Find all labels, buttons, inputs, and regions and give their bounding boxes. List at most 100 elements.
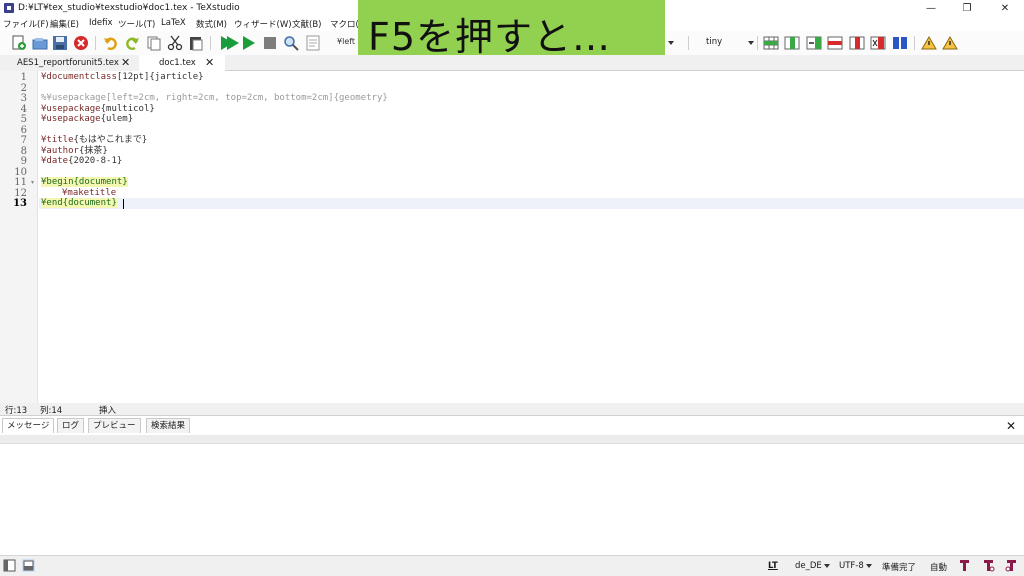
latex-argument: {ulem}: [100, 114, 134, 124]
chevron-down-icon: [823, 563, 830, 568]
save-icon[interactable]: [52, 35, 68, 51]
code-line: ¥end{document}: [41, 198, 117, 209]
undo-icon[interactable]: [103, 35, 119, 51]
languagetool-indicator[interactable]: LT: [768, 561, 778, 571]
line-number: 9: [20, 156, 27, 167]
redo-icon[interactable]: [124, 35, 140, 51]
latex-command: ¥maketitle: [62, 188, 117, 198]
texstudio-app-icon: [4, 3, 14, 13]
tab-doc1[interactable]: doc1.tex ✕: [139, 55, 225, 71]
line-number: 3: [20, 93, 27, 104]
chevron-down-icon: [748, 41, 754, 45]
latex-environment: ¥begin{document}: [41, 177, 128, 187]
toolbar-separator: [95, 36, 96, 50]
code-line: ¥title{もはやこれまで}: [41, 135, 147, 146]
warning-icon[interactable]: [921, 35, 937, 51]
stop-icon[interactable]: [262, 35, 278, 51]
latex-argument: {もはやこれまで}: [73, 135, 148, 145]
menu-edit[interactable]: 編集(E): [50, 18, 79, 30]
toolbar-separator: [757, 36, 758, 50]
copy-icon[interactable]: [146, 35, 162, 51]
menu-idefix[interactable]: Idefix: [89, 18, 113, 28]
chevron-down-icon: [865, 563, 872, 568]
menu-bibliography[interactable]: 文献(B): [292, 18, 321, 30]
latex-argument: {抹茶}: [78, 146, 108, 156]
font-size-combo[interactable]: tiny: [704, 34, 756, 51]
table-remove-row-icon[interactable]: [827, 35, 843, 51]
menu-latex[interactable]: LaTeX: [161, 18, 186, 28]
pdf-sync-icon[interactable]: [958, 559, 971, 572]
table-remove-column-icon[interactable]: [849, 35, 865, 51]
tab-log[interactable]: ログ: [57, 418, 85, 433]
tab-aes1-report[interactable]: AES1_reportforunit5.tex ✕: [0, 55, 139, 71]
panel-tab-bar: メッセージ ログ プレビュー 検索結果 ✕: [0, 418, 1024, 433]
warning-next-icon[interactable]: [942, 35, 958, 51]
view-log-icon[interactable]: [305, 35, 321, 51]
tab-label: doc1.tex: [159, 58, 196, 68]
toolbar-separator: [688, 36, 689, 50]
latex-environment: ¥end{document}: [41, 198, 117, 208]
line-number: 11: [14, 177, 27, 188]
build-and-view-icon[interactable]: [221, 36, 239, 50]
ready-status: 準備完了: [882, 563, 917, 573]
close-panel-icon[interactable]: ✕: [1006, 419, 1016, 433]
close-file-icon[interactable]: [73, 35, 89, 51]
tab-search-results[interactable]: 検索結果: [146, 418, 191, 433]
combo-dropdown-arrow-icon[interactable]: [668, 41, 674, 45]
menu-math[interactable]: 数式(M): [196, 18, 227, 30]
status-bar: LT de_DE UTF-8 準備完了 自動: [0, 555, 1024, 576]
auto-mode[interactable]: 自動: [930, 561, 947, 573]
fold-toggle-icon[interactable]: ▾: [31, 179, 34, 186]
pdf-forward-icon[interactable]: [982, 559, 995, 572]
output-panel: メッセージ ログ プレビュー 検索結果 ✕: [0, 415, 1024, 555]
close-tab-icon[interactable]: ✕: [205, 55, 214, 71]
tab-preview[interactable]: プレビュー: [88, 418, 141, 433]
font-size-value: tiny: [706, 37, 723, 47]
current-line-highlight: [39, 198, 1024, 209]
table-pack-icon[interactable]: [892, 35, 908, 51]
close-tab-icon[interactable]: ✕: [121, 55, 130, 71]
table-add-column-icon[interactable]: [784, 35, 800, 51]
spellcheck-language[interactable]: de_DE: [795, 561, 830, 571]
open-file-icon[interactable]: [32, 35, 48, 51]
menu-file[interactable]: ファイル(F): [3, 18, 49, 30]
table-add-row-icon[interactable]: [763, 35, 779, 51]
latex-command: ¥author: [41, 146, 79, 156]
view-magnifier-icon[interactable]: [283, 35, 299, 51]
menu-wizards[interactable]: ウィザード(W): [234, 18, 292, 30]
restore-button[interactable]: ❐: [948, 0, 986, 17]
latex-command: ¥documentclass: [41, 72, 117, 82]
compile-icon[interactable]: [243, 36, 255, 50]
latex-command: ¥title: [41, 135, 74, 145]
pdf-backward-icon[interactable]: [1005, 559, 1018, 572]
tab-messages[interactable]: メッセージ: [2, 418, 55, 433]
encoding-selector[interactable]: UTF-8: [839, 561, 872, 571]
code-line: ¥usepackage{ulem}: [41, 114, 133, 125]
table-delete-column-icon[interactable]: [870, 35, 886, 51]
sidebar-toggle-icon[interactable]: [3, 559, 16, 572]
new-file-icon[interactable]: [11, 35, 27, 51]
code-editor[interactable]: 1 2 3 4 5 6 7 8 9 10 11 12 13 ▾ ¥documen…: [0, 71, 1024, 403]
minimize-button[interactable]: —: [912, 0, 950, 17]
code-line: ¥begin{document}: [41, 177, 128, 188]
line-number: 5: [20, 114, 27, 125]
close-window-button[interactable]: ✕: [986, 0, 1024, 17]
line-number: 1: [20, 72, 27, 83]
line-number-gutter: 1 2 3 4 5 6 7 8 9 10 11 12 13 ▾: [0, 71, 38, 403]
toolbar-separator: [210, 36, 211, 50]
code-comment-line: %¥usepackage[left=2cm, right=2cm, top=2c…: [41, 93, 388, 103]
menu-tools[interactable]: ツール(T): [118, 18, 155, 30]
window-title: D:¥LT¥tex_studio¥texstudio¥doc1.tex - Te…: [18, 3, 240, 13]
text-caret: [123, 199, 124, 209]
latex-argument: {multicol}: [100, 104, 155, 114]
editor-status-line: 行:13 列:14 挿入: [0, 403, 1024, 416]
table-align-column-icon[interactable]: [806, 35, 822, 51]
toolbar-separator: [914, 36, 915, 50]
encoding-value: UTF-8: [839, 561, 864, 571]
paste-icon[interactable]: [188, 35, 204, 51]
code-line: ¥documentclass[12pt]{jarticle}: [41, 72, 204, 83]
cut-icon[interactable]: [167, 35, 183, 51]
latex-argument: [12pt]{jarticle}: [116, 72, 204, 82]
panel-toggle-icon[interactable]: [22, 559, 35, 572]
left-delimiter-combo[interactable]: ¥left: [337, 37, 355, 46]
